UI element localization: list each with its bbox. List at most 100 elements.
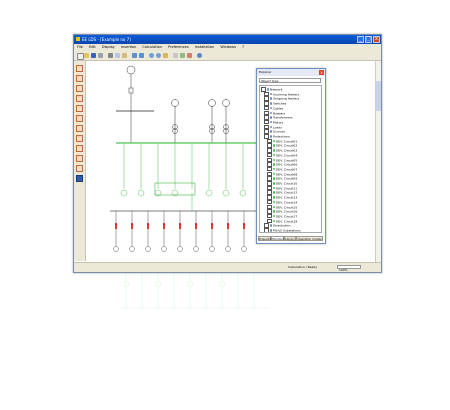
tree-item[interactable]: DEV. Circuit11 xyxy=(267,185,297,191)
tab-structure[interactable]: Structure xyxy=(271,236,285,241)
tree-item[interactable]: Outgoing feeders xyxy=(264,96,299,101)
menu-help[interactable]: ? xyxy=(242,45,244,49)
find-icon[interactable] xyxy=(180,53,185,58)
protection-icon xyxy=(272,149,275,152)
zoom-in-icon[interactable] xyxy=(149,53,154,58)
menu-windows[interactable]: Windows xyxy=(220,45,236,49)
transformer-icon[interactable] xyxy=(76,75,83,82)
toolbar xyxy=(74,51,381,61)
tree-item[interactable]: DEV. Circuit15 xyxy=(267,204,297,209)
tree-item[interactable]: DEV. Circuit04 xyxy=(267,152,297,158)
scroll-thumb[interactable] xyxy=(376,81,381,111)
window-reflection xyxy=(79,272,379,342)
tree-item[interactable]: Distribution xyxy=(264,223,291,228)
tree-item[interactable]: DEV. Circuit14 xyxy=(267,199,297,205)
tree-item-label: DEV. Circuit07 xyxy=(276,167,298,172)
menu-calculation[interactable]: Calculation xyxy=(142,45,162,49)
undo-icon[interactable] xyxy=(132,53,137,58)
menu-file[interactable]: File xyxy=(77,45,83,49)
grid-icon[interactable] xyxy=(173,53,178,58)
close-button[interactable]: x xyxy=(373,36,380,43)
zoom-field[interactable]: 100% xyxy=(337,265,361,272)
tree-item[interactable]: Incoming feeders xyxy=(264,91,299,97)
switch-icon[interactable] xyxy=(76,115,83,122)
open-icon[interactable] xyxy=(84,53,89,58)
tree-item[interactable]: DEV. Circuit12 xyxy=(267,190,298,195)
tree-item[interactable]: DEV. Circuit17 xyxy=(267,213,298,219)
tree-item[interactable]: DEV. Circuit06 xyxy=(267,162,297,167)
tree-item[interactable]: DEV. Circuit16 xyxy=(267,209,297,214)
zoom-out-icon[interactable] xyxy=(156,53,161,58)
tree-item[interactable]: DEV. Circuit13 xyxy=(267,195,297,200)
fuse-icon[interactable] xyxy=(76,125,83,132)
utility-source-icon xyxy=(126,65,136,75)
protection-icon xyxy=(272,163,275,166)
tree-item-label: DEV. Circuit17 xyxy=(276,214,298,219)
menu-insertion[interactable]: Insertion xyxy=(121,45,136,49)
tree-item[interactable]: Loads xyxy=(264,124,282,130)
tree-item[interactable]: Motors xyxy=(264,119,283,125)
tree-item-label: Protections xyxy=(273,134,290,139)
tree-item[interactable]: Network xyxy=(261,87,283,92)
meter-icon[interactable] xyxy=(76,175,83,182)
protection-icon xyxy=(272,153,275,157)
tab-properties[interactable]: Properties xyxy=(258,236,273,241)
tree-checkbox[interactable] xyxy=(264,228,269,232)
copy-icon[interactable] xyxy=(115,53,120,58)
tab-library[interactable]: Library xyxy=(284,236,296,241)
cable-icon[interactable] xyxy=(76,165,83,172)
title-bar[interactable]: EE LDS - [Example no 7] _ □ x xyxy=(74,35,381,44)
paste-icon[interactable] xyxy=(122,53,127,58)
capacitor-icon[interactable] xyxy=(76,145,83,152)
folder-icon xyxy=(269,135,272,138)
tree-item[interactable]: DEV. Circuit10 xyxy=(267,181,297,186)
menu-preferences[interactable]: Preferences xyxy=(168,45,189,49)
new-icon[interactable] xyxy=(77,53,84,60)
tree-item[interactable]: Protections xyxy=(264,134,290,139)
tree-item-label: Cables xyxy=(273,106,284,111)
tree-item[interactable]: Switches xyxy=(264,101,286,106)
layers-icon[interactable] xyxy=(187,53,192,58)
tree-item-label: Network xyxy=(270,87,283,92)
tree-item[interactable]: Busbars xyxy=(264,110,285,115)
tree-item[interactable]: Sources xyxy=(264,129,285,134)
tree-item[interactable]: MV/LV Substations xyxy=(264,228,301,232)
tree-item[interactable]: Cables xyxy=(264,105,284,111)
explorer-titlebar[interactable]: Explorer x xyxy=(257,69,325,76)
generator-2-icon xyxy=(208,99,216,107)
tree-item[interactable]: DEV. Circuit03 xyxy=(267,148,297,153)
tab-operation-modes[interactable]: Operation modes xyxy=(296,236,323,241)
help-icon[interactable] xyxy=(197,53,202,58)
minimize-button[interactable]: _ xyxy=(357,36,364,43)
vertical-scrollbar[interactable] xyxy=(375,61,381,262)
redo-icon[interactable] xyxy=(139,53,144,58)
menu-installation[interactable]: Installation xyxy=(195,45,214,49)
explorer-close-button[interactable]: x xyxy=(319,70,324,75)
tree-item[interactable]: DEV. Circuit07 xyxy=(267,166,298,172)
diagram-canvas[interactable] xyxy=(86,61,376,262)
maximize-button[interactable]: □ xyxy=(365,36,372,43)
busbar-icon[interactable] xyxy=(76,155,83,162)
save-icon[interactable] xyxy=(91,53,96,58)
object-type-dropdown[interactable]: Object type xyxy=(259,78,321,83)
tree-item[interactable]: DEV. Circuit02 xyxy=(267,143,297,148)
tree-item[interactable]: Transformers xyxy=(264,115,293,120)
tree-item[interactable]: DEV. Circuit09 xyxy=(267,176,297,181)
load-icon[interactable] xyxy=(76,135,83,142)
print-icon[interactable] xyxy=(98,53,103,58)
motor-icon[interactable] xyxy=(76,95,83,102)
breaker-icon[interactable] xyxy=(76,105,83,112)
protection-icon xyxy=(272,191,275,194)
tree-item[interactable]: DEV. Circuit08 xyxy=(267,171,297,177)
tree-item[interactable]: DEV. Circuit01 xyxy=(267,138,297,144)
cut-icon[interactable] xyxy=(108,53,113,58)
tree-item[interactable]: DEV. Circuit18 xyxy=(267,218,297,224)
tree-item[interactable]: DEV. Circuit05 xyxy=(267,157,297,162)
tree-item-label: DEV. Circuit12 xyxy=(276,190,298,195)
generator-icon[interactable] xyxy=(76,85,83,92)
menu-display[interactable]: Display xyxy=(102,45,115,49)
menu-edit[interactable]: Edit xyxy=(89,45,96,49)
source-icon[interactable] xyxy=(76,65,83,72)
folder-icon xyxy=(269,120,272,124)
pan-icon[interactable] xyxy=(163,53,168,58)
